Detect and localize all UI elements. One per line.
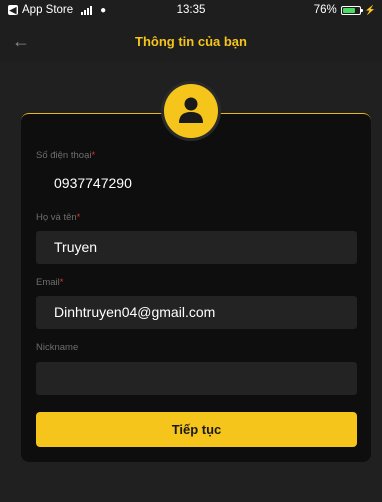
charging-icon: ⚡ (364, 4, 376, 15)
email-label: Email* (36, 277, 64, 288)
fullname-label: Họ và tên* (36, 212, 81, 223)
continue-button[interactable]: Tiếp tục (36, 412, 357, 447)
profile-form-card (21, 113, 371, 462)
fullname-field[interactable]: Truyen (36, 231, 357, 264)
phone-field[interactable]: 0937747290 (36, 167, 357, 200)
status-bar: ◀ App Store ● 13:35 76% ⚡ (0, 0, 382, 22)
back-to-app-store[interactable]: ◀ App Store ● (8, 4, 106, 16)
battery-icon (340, 5, 363, 15)
cellular-signal-icon (81, 5, 93, 15)
nickname-label: Nickname (36, 342, 79, 353)
email-field[interactable]: Dinhtruyen04@gmail.com (36, 296, 357, 329)
battery-percent: 76% (313, 4, 337, 16)
back-app-label: App Store (22, 4, 74, 16)
arrow-left-icon[interactable]: ← (12, 31, 30, 52)
phone-label: Số điện thoại* (36, 150, 96, 161)
back-app-icon: ◀ (8, 5, 18, 15)
person-icon (179, 97, 203, 123)
nav-bar: ← Thông tin của bạn (0, 22, 382, 62)
nickname-field[interactable] (36, 362, 357, 395)
page-title: Thông tin của bạn (135, 34, 247, 49)
battery-status: 76% ⚡ (314, 4, 376, 16)
wifi-icon: ● (100, 4, 107, 16)
user-avatar-icon[interactable] (164, 84, 218, 138)
